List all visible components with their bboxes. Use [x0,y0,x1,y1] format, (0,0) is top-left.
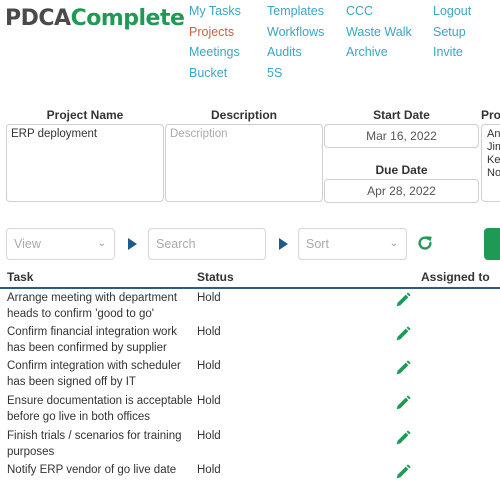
pencil-edit-icon[interactable] [394,463,412,481]
due-date-label: Due Date [375,163,428,177]
task-name[interactable]: Arrange meeting with department heads to… [7,290,195,322]
task-status: Hold [197,430,221,442]
nav-audits[interactable]: Audits [267,45,302,59]
project-name-label: Project Name [46,108,124,122]
project-owners-label: Proj [481,108,500,122]
nav-meetings[interactable]: Meetings [189,45,240,59]
owner-item[interactable]: Ker [487,154,500,167]
project-owners-list[interactable]: Ang Jim Ker Nor [481,124,500,202]
nav-templates[interactable]: Templates [267,4,324,18]
nav-bucket[interactable]: Bucket [189,66,227,80]
status-column-header[interactable]: Status [197,270,234,284]
pencil-edit-icon[interactable] [394,429,412,447]
assigned-column-header[interactable]: Assigned to [421,270,490,284]
start-date-label: Start Date [373,108,430,122]
play-arrow-icon[interactable] [279,238,288,250]
task-name[interactable]: Ensure documentation is acceptable befor… [7,393,195,425]
task-status: Hold [197,464,221,476]
task-column-header[interactable]: Task [7,270,33,284]
nav-archive[interactable]: Archive [346,45,388,59]
task-name[interactable]: Notify ERP vendor of go live date [7,462,195,478]
refresh-icon[interactable] [416,234,434,252]
main-nav: My Tasks Projects Meetings Bucket Templa… [0,2,500,86]
task-name[interactable]: Confirm financial integration work has b… [7,324,195,356]
nav-ccc[interactable]: CCC [346,4,373,18]
task-name[interactable]: Finish trials / scenarios for training p… [7,428,195,460]
task-status: Hold [197,326,221,338]
pencil-edit-icon[interactable] [394,291,412,309]
nav-5s[interactable]: 5S [267,66,282,80]
project-name-input[interactable]: ERP deployment [6,124,164,202]
task-status: Hold [197,395,221,407]
nav-projects[interactable]: Projects [189,25,234,39]
nav-logout[interactable]: Logout [433,4,471,18]
nav-waste-walk[interactable]: Waste Walk [346,25,412,39]
header-divider [0,287,500,289]
description-input[interactable]: Description [165,124,323,202]
pencil-edit-icon[interactable] [394,325,412,343]
search-placeholder: Search [156,237,196,251]
view-select-value: View [14,237,41,251]
nav-workflows[interactable]: Workflows [267,25,324,39]
view-select[interactable]: View ⌄ [6,228,115,260]
sort-select-value: Sort [306,237,329,251]
start-date-input[interactable]: Mar 16, 2022 [324,124,479,148]
chevron-down-icon: ⌄ [97,238,106,249]
chevron-down-icon: ⌄ [389,238,398,249]
owner-item[interactable]: Nor [487,167,500,180]
due-date-input[interactable]: Apr 28, 2022 [324,179,479,203]
play-arrow-icon[interactable] [128,238,137,250]
task-status: Hold [197,292,221,304]
nav-my-tasks[interactable]: My Tasks [189,4,241,18]
owner-item[interactable]: Jim [487,141,500,154]
pencil-edit-icon[interactable] [394,359,412,377]
task-status: Hold [197,360,221,372]
nav-invite[interactable]: Invite [433,45,463,59]
add-task-button[interactable] [484,228,500,260]
nav-setup[interactable]: Setup [433,25,466,39]
owner-item[interactable]: Ang [487,128,500,141]
description-label: Description [210,108,277,122]
search-input[interactable]: Search [148,228,266,260]
sort-select[interactable]: Sort ⌄ [298,228,407,260]
task-name[interactable]: Confirm integration with scheduler has b… [7,358,195,390]
pencil-edit-icon[interactable] [394,394,412,412]
